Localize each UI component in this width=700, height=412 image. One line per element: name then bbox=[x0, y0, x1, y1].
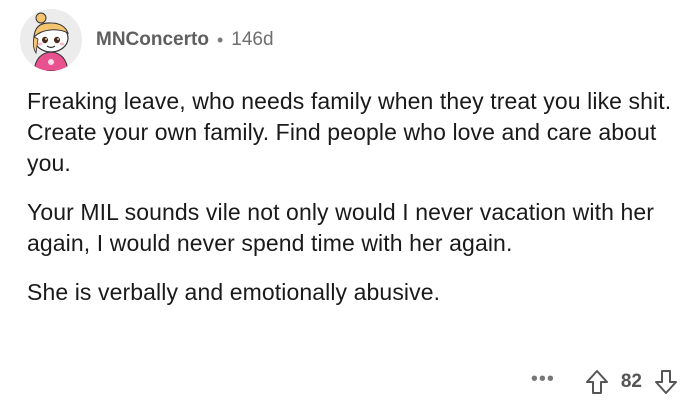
upvote-arrow-icon bbox=[585, 370, 608, 394]
comment-paragraph: Your MIL sounds vile not only would I ne… bbox=[27, 199, 655, 256]
comment-paragraph: She is verbally and emotionally abusive. bbox=[27, 279, 441, 305]
vote-count: 82 bbox=[620, 371, 642, 392]
username-link[interactable]: MNConcerto bbox=[96, 29, 209, 51]
upvote-button[interactable] bbox=[583, 368, 611, 396]
comment-age: 146d bbox=[231, 29, 274, 50]
comment-paragraph: Freaking leave, who needs family when th… bbox=[27, 88, 672, 176]
comment: MNConcerto • 146d Freaking leave, who ne… bbox=[0, 0, 700, 412]
comment-header: MNConcerto • 146d bbox=[20, 8, 274, 72]
snoo-avatar-icon bbox=[20, 9, 82, 71]
comment-actions: ••• 82 bbox=[531, 364, 680, 400]
meta-separator: • bbox=[216, 29, 224, 50]
downvote-button[interactable] bbox=[652, 368, 680, 396]
comment-meta: MNConcerto • 146d bbox=[96, 29, 274, 51]
downvote-arrow-icon bbox=[655, 370, 677, 394]
more-options-icon[interactable]: ••• bbox=[531, 369, 555, 395]
comment-body: Freaking leave, who needs family when th… bbox=[27, 86, 677, 326]
user-avatar[interactable] bbox=[20, 9, 82, 71]
